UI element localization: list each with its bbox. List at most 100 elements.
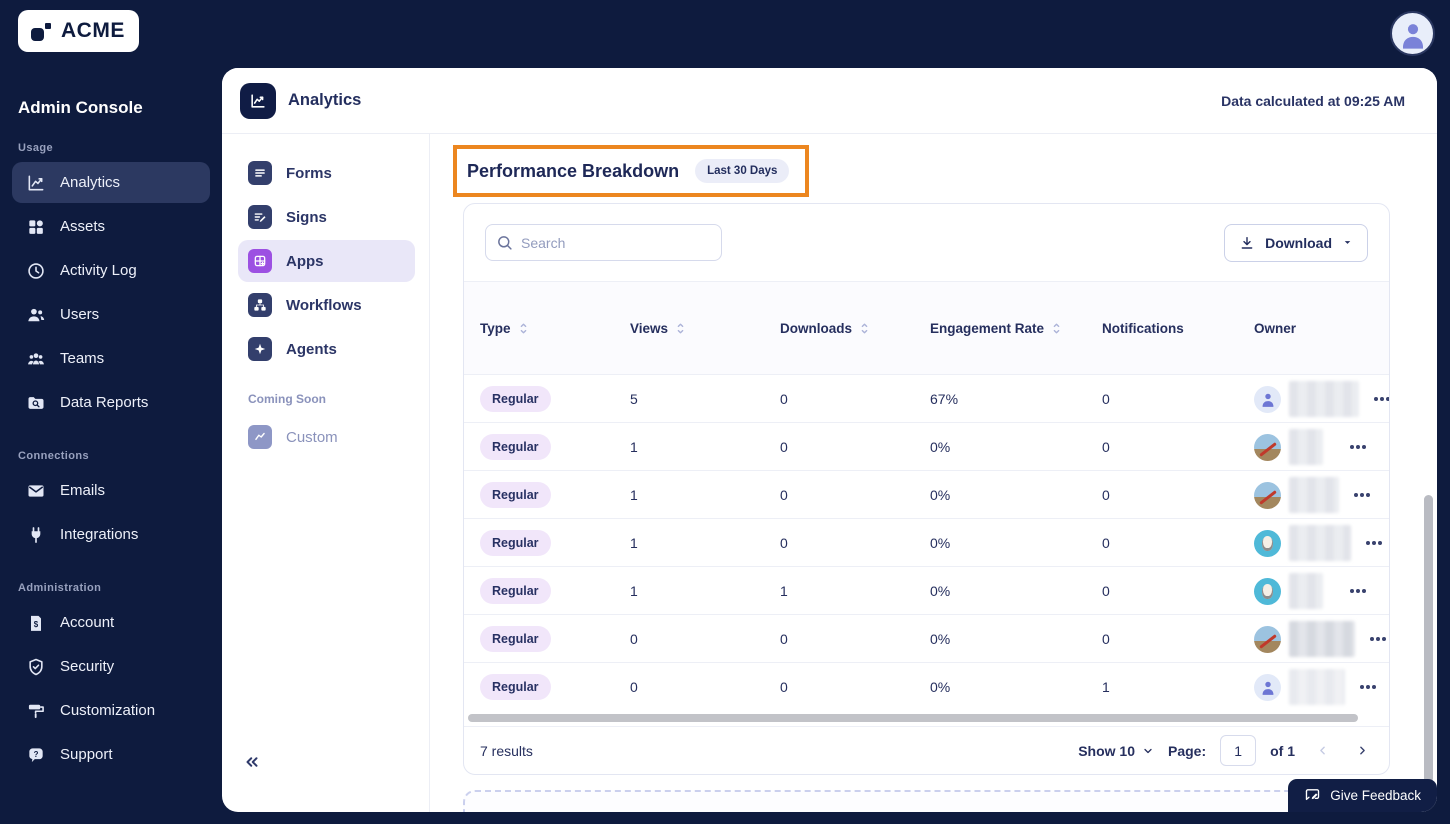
download-button[interactable]: Download bbox=[1224, 223, 1368, 262]
engagement-value: 0% bbox=[930, 487, 951, 503]
sidebar-item-label: Customization bbox=[60, 702, 156, 719]
owner-avatar bbox=[1254, 625, 1281, 653]
owner-name-redacted bbox=[1289, 477, 1339, 513]
row-actions-button[interactable] bbox=[1359, 528, 1389, 558]
subnav-item-label: Apps bbox=[286, 252, 324, 270]
sidebar-item-users[interactable]: Users bbox=[12, 294, 210, 335]
show-per-page-select[interactable]: Show 10 bbox=[1078, 743, 1154, 759]
search-input[interactable] bbox=[521, 234, 691, 251]
column-header-engagement-rate[interactable]: Engagement Rate bbox=[930, 321, 1102, 336]
ellipsis-icon bbox=[1366, 685, 1370, 689]
sidebar-item-assets[interactable]: Assets bbox=[12, 206, 210, 247]
sidebar-item-integrations[interactable]: Integrations bbox=[12, 514, 210, 555]
notifications-value: 0 bbox=[1102, 631, 1110, 647]
subnav-section-coming-soon: Coming Soon bbox=[248, 392, 326, 406]
subnav-item-label: Workflows bbox=[286, 296, 362, 314]
row-actions-button[interactable] bbox=[1347, 480, 1377, 510]
ellipsis-icon bbox=[1376, 637, 1380, 641]
column-header-type[interactable]: Type bbox=[480, 321, 630, 336]
collapse-sidebar-button[interactable] bbox=[242, 750, 270, 774]
svg-text:?: ? bbox=[34, 750, 39, 759]
assets-icon bbox=[29, 219, 43, 234]
person-icon bbox=[1262, 393, 1273, 407]
engagement-value: 0% bbox=[930, 535, 951, 551]
row-actions-button[interactable] bbox=[1367, 384, 1389, 414]
type-badge: Regular bbox=[480, 578, 551, 604]
subnav-item-workflows[interactable]: Workflows bbox=[238, 284, 415, 326]
downloads-value: 0 bbox=[780, 487, 788, 503]
ellipsis-icon bbox=[1356, 589, 1360, 593]
sidebar-section-connections: Connections bbox=[18, 450, 90, 462]
sidebar-item-activity-log[interactable]: Activity Log bbox=[12, 250, 210, 291]
sidebar-item-customization[interactable]: Customization bbox=[12, 690, 210, 731]
type-badge: Regular bbox=[480, 482, 551, 508]
sidebar-item-data-reports[interactable]: Data Reports bbox=[12, 382, 210, 423]
row-actions-button[interactable] bbox=[1343, 576, 1373, 606]
paint-roller-icon bbox=[28, 704, 44, 718]
sidebar-item-account[interactable]: $ Account bbox=[12, 602, 210, 643]
sidebar-item-label: Security bbox=[60, 658, 115, 675]
row-actions-button[interactable] bbox=[1363, 624, 1389, 654]
workflows-icon bbox=[248, 293, 272, 317]
type-badge: Regular bbox=[480, 386, 551, 412]
user-avatar[interactable] bbox=[1390, 11, 1435, 56]
downloads-value: 0 bbox=[780, 631, 788, 647]
search-box[interactable] bbox=[485, 224, 722, 261]
chevron-down-icon bbox=[1144, 748, 1152, 753]
subnav-item-custom[interactable]: Custom bbox=[238, 416, 415, 458]
acme-logo[interactable]: ACME bbox=[18, 10, 139, 52]
ellipsis-icon bbox=[1372, 541, 1376, 545]
subnav-item-agents[interactable]: Agents bbox=[238, 328, 415, 370]
downloads-value: 0 bbox=[780, 439, 788, 455]
sidebar-item-emails[interactable]: Emails bbox=[12, 470, 210, 511]
table-row: Regular 1 0 0% 0 bbox=[464, 519, 1389, 567]
horizontal-scrollbar[interactable] bbox=[468, 714, 1358, 722]
performance-table-card: Download Type Views Downloads bbox=[463, 203, 1390, 775]
owner-name-redacted bbox=[1289, 573, 1323, 609]
table-toolbar: Download bbox=[464, 204, 1389, 281]
chevron-right-icon bbox=[1359, 746, 1365, 755]
subnav-item-forms[interactable]: Forms bbox=[238, 152, 415, 194]
content-panel: Analytics Data calculated at 09:25 AM Fo… bbox=[222, 68, 1437, 812]
column-header-owner: Owner bbox=[1254, 320, 1297, 336]
table-footer: 7 results Show 10 Page: of 1 bbox=[464, 726, 1389, 774]
page-title: Analytics bbox=[288, 91, 362, 109]
vertical-scrollbar[interactable] bbox=[1424, 495, 1433, 783]
page-total-label: of 1 bbox=[1270, 742, 1295, 759]
subnav-item-apps[interactable]: Apps bbox=[238, 240, 415, 282]
subnav-item-label: Forms bbox=[286, 164, 332, 182]
teams-icon bbox=[28, 352, 44, 364]
notifications-value: 0 bbox=[1102, 439, 1110, 455]
notifications-value: 0 bbox=[1102, 391, 1110, 407]
sidebar-item-analytics[interactable]: Analytics bbox=[12, 162, 210, 203]
next-page-button[interactable] bbox=[1349, 738, 1375, 764]
page-number-input[interactable] bbox=[1220, 735, 1257, 766]
engagement-value: 0% bbox=[930, 631, 951, 647]
engagement-value: 0% bbox=[930, 583, 951, 599]
column-header-views[interactable]: Views bbox=[630, 321, 780, 336]
engagement-value: 67% bbox=[930, 391, 959, 407]
period-badge: Last 30 Days bbox=[695, 159, 790, 183]
notifications-value: 0 bbox=[1102, 583, 1110, 599]
subnav-item-signs[interactable]: Signs bbox=[238, 196, 415, 238]
row-actions-button[interactable] bbox=[1343, 432, 1373, 462]
billing-doc-icon: $ bbox=[31, 615, 41, 631]
row-actions-button[interactable] bbox=[1353, 672, 1383, 702]
sidebar-title: Admin Console bbox=[18, 98, 143, 117]
sidebar-item-label: Integrations bbox=[60, 526, 139, 543]
column-header-downloads[interactable]: Downloads bbox=[780, 321, 930, 336]
sidebar-item-label: Teams bbox=[60, 350, 105, 367]
give-feedback-button[interactable]: Give Feedback bbox=[1288, 779, 1437, 812]
table-row: Regular 1 0 0% 0 bbox=[464, 471, 1389, 519]
person-icon bbox=[1402, 23, 1423, 49]
previous-page-button[interactable] bbox=[1309, 738, 1335, 764]
table-header-row: Type Views Downloads Engagement Rate Not… bbox=[464, 281, 1389, 375]
sidebar-item-label: Support bbox=[60, 746, 113, 763]
sidebar-item-teams[interactable]: Teams bbox=[12, 338, 210, 379]
acme-logo-text: ACME bbox=[61, 19, 125, 42]
topbar: ACME bbox=[0, 0, 1450, 68]
sidebar-item-support[interactable]: ? Support bbox=[12, 734, 210, 775]
downloads-value: 0 bbox=[780, 391, 788, 407]
sidebar-item-label: Data Reports bbox=[60, 394, 149, 411]
sidebar-item-security[interactable]: Security bbox=[12, 646, 210, 687]
